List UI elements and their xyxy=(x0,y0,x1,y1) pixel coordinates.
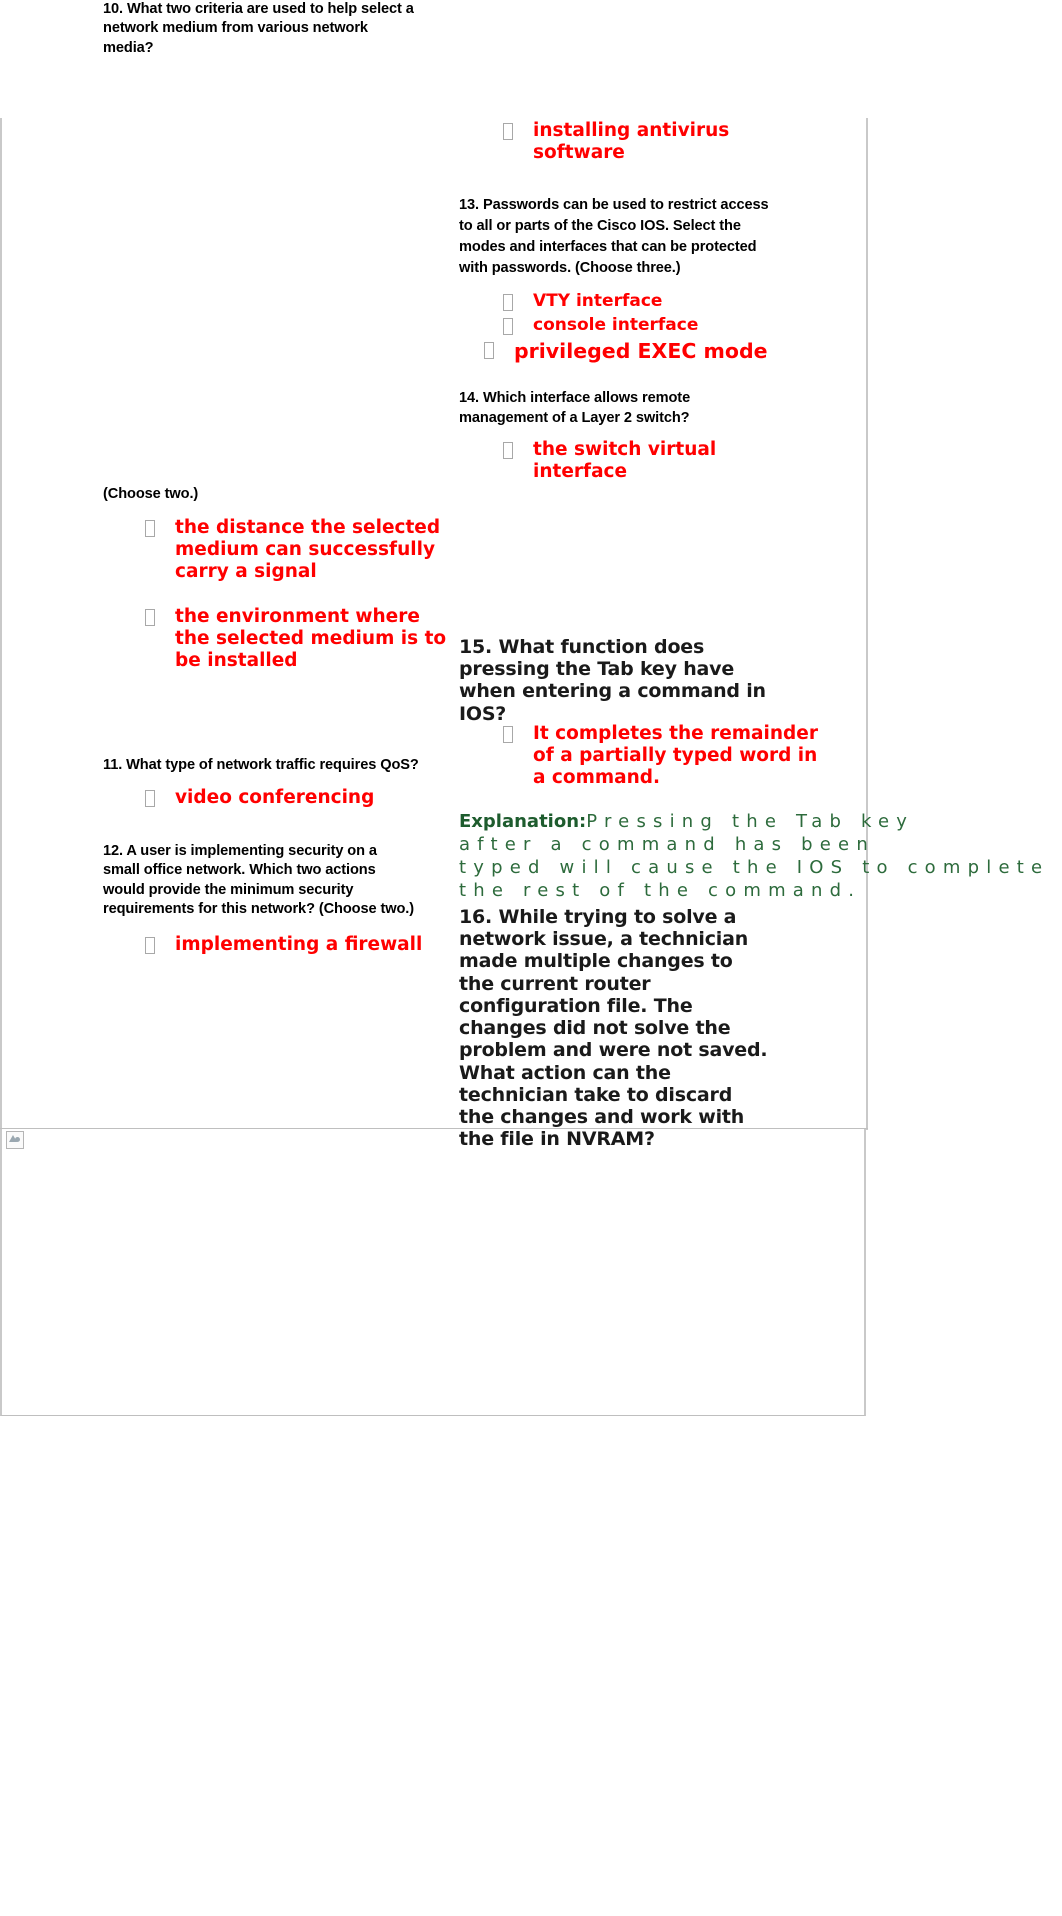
answer-label: privileged EXEC mode xyxy=(514,339,768,364)
question-10-continued: (Choose two.) xyxy=(103,486,199,502)
answer-label: the switch virtual interface xyxy=(533,439,717,482)
lower-content-frame xyxy=(0,1129,866,1416)
broken-image-icon xyxy=(6,1131,24,1149)
answer-label: installing antivirus software xyxy=(533,120,730,163)
question-12-answers: implementing a firewall xyxy=(145,934,455,956)
question-10-text: 10. What two criteria are used to help s… xyxy=(103,1,414,56)
answer-option[interactable]: console interface xyxy=(459,315,819,336)
answer-option[interactable]: the environment where the selected mediu… xyxy=(145,606,455,671)
answer-label: the distance the selected medium can suc… xyxy=(175,517,441,582)
answer-label: video conferencing xyxy=(175,787,375,808)
answer-label: the environment where the selected mediu… xyxy=(175,606,447,672)
answer-option[interactable]: privileged EXEC mode xyxy=(459,339,819,363)
explanation-label: Explanation: xyxy=(459,811,587,832)
explanation-line: the rest of the command. xyxy=(459,879,1062,902)
question-15-text: 15. What function does pressing the Tab … xyxy=(459,636,766,725)
answer-option[interactable]: implementing a firewall xyxy=(145,934,455,956)
explanation-line: typed will cause the IOS to complete xyxy=(459,856,1062,879)
page-rule-right xyxy=(866,118,868,1130)
question-14-text: 14. Which interface allows remote manage… xyxy=(459,390,691,427)
question-12-text: 12. A user is implementing security on a… xyxy=(103,843,415,917)
page-rule-left-lower xyxy=(0,633,2,1130)
question-11-answers: video conferencing xyxy=(145,787,455,809)
explanation-line: Explanation:Pressing the Tab key xyxy=(459,810,1062,833)
document-page: 10. What two criteria are used to help s… xyxy=(0,0,1062,1916)
answer-label: It completes the remainder of a partiall… xyxy=(533,723,818,788)
answer-option[interactable]: VTY interface xyxy=(459,291,819,311)
bullet-box-icon xyxy=(145,937,155,954)
question-11-text: 11. What type of network traffic require… xyxy=(103,757,419,773)
question-15-explanation: Explanation:Pressing the Tab key after a… xyxy=(459,810,1062,902)
bullet-box-icon xyxy=(503,318,513,336)
bullet-box-icon xyxy=(503,123,513,140)
explanation-text: after a command has been xyxy=(459,834,875,856)
explanation-text: typed will cause the IOS to complete xyxy=(459,857,1050,879)
bullet-box-icon xyxy=(503,726,513,743)
answer-option[interactable]: the switch virtual interface xyxy=(503,439,803,483)
explanation-text: Pressing the Tab key xyxy=(586,811,915,832)
answer-option[interactable]: video conferencing xyxy=(145,787,455,809)
explanation-line: after a command has been xyxy=(459,833,1062,856)
question-13-answers: VTY interface console interface privileg… xyxy=(459,291,819,363)
answer-option[interactable]: the distance the selected medium can suc… xyxy=(145,517,455,582)
question-15-answers: It completes the remainder of a partiall… xyxy=(503,723,823,788)
answer-label: VTY interface xyxy=(533,291,663,311)
bullet-box-icon xyxy=(503,294,513,311)
answer-option[interactable]: installing antivirus software xyxy=(503,120,803,164)
question-13-text: 13. Passwords can be used to restrict ac… xyxy=(459,197,769,276)
question-12-answers-continued: installing antivirus software xyxy=(503,120,803,164)
question-16-text: 16. While trying to solve a network issu… xyxy=(459,906,768,1151)
answer-option[interactable]: It completes the remainder of a partiall… xyxy=(503,723,823,788)
bullet-box-icon xyxy=(503,442,513,459)
answer-label: console interface xyxy=(533,315,699,336)
question-14-answers: the switch virtual interface xyxy=(503,439,803,483)
explanation-text: the rest of the command. xyxy=(459,880,862,902)
bullet-box-icon xyxy=(145,520,155,537)
question-10-answers: the distance the selected medium can suc… xyxy=(145,517,455,672)
answer-label: implementing a firewall xyxy=(175,934,423,955)
bullet-box-icon xyxy=(145,790,155,807)
bullet-box-icon xyxy=(145,609,155,627)
bullet-box-icon xyxy=(484,342,494,360)
